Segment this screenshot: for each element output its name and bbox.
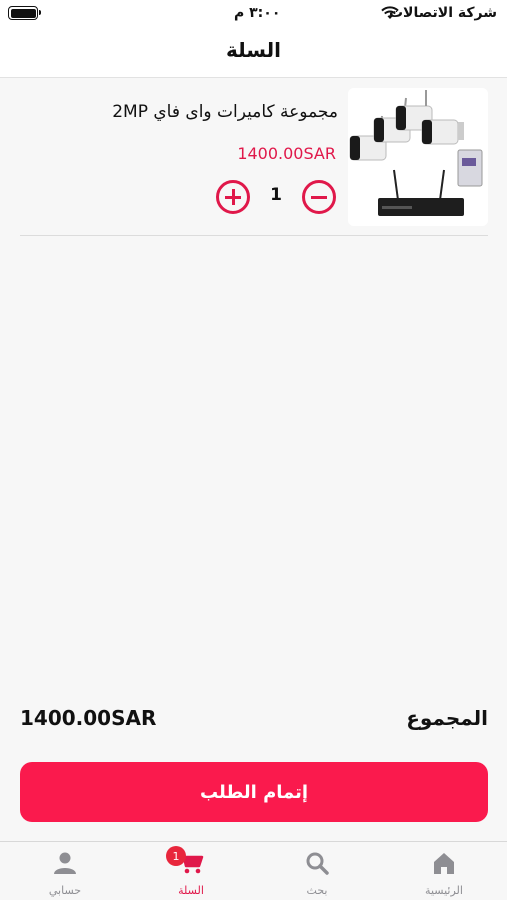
tab-label-account: حسابي bbox=[48, 884, 82, 897]
tab-bar: الرئيسية بحث 1 السلة حسابي bbox=[0, 841, 507, 900]
page-title: السلة bbox=[225, 38, 281, 62]
quantity-value: 1 bbox=[270, 185, 282, 205]
product-price: 1400.00SAR bbox=[237, 144, 336, 163]
tab-cart[interactable]: 1 السلة bbox=[128, 842, 254, 900]
product-title[interactable]: مجموعة كاميرات واى فاي 2MP bbox=[112, 102, 338, 122]
tab-account[interactable]: حسابي bbox=[2, 842, 128, 900]
security-camera-kit-image bbox=[348, 88, 488, 226]
total-label: المجموع bbox=[406, 706, 488, 730]
decrease-quantity-button[interactable] bbox=[302, 180, 336, 214]
status-bar: ٣:٠٠ م شركة الاتصالات bbox=[0, 0, 507, 30]
cart-item: مجموعة كاميرات واى فاي 2MP 1400.00SAR 1 bbox=[20, 88, 488, 236]
person-icon bbox=[54, 852, 76, 874]
increase-quantity-button[interactable] bbox=[216, 180, 250, 214]
tab-home[interactable]: الرئيسية bbox=[381, 842, 507, 900]
tab-label-home: الرئيسية bbox=[425, 884, 463, 897]
battery-icon bbox=[8, 6, 41, 20]
search-icon bbox=[306, 852, 329, 875]
tab-label-cart: السلة bbox=[178, 884, 204, 897]
order-total: المجموع 1400.00SAR bbox=[20, 702, 488, 736]
navigation-bar: السلة bbox=[0, 30, 507, 78]
quantity-stepper: 1 bbox=[216, 180, 336, 214]
product-image[interactable] bbox=[348, 88, 488, 226]
carrier-name: شركة الاتصالات bbox=[388, 5, 497, 21]
home-icon bbox=[434, 853, 454, 874]
tab-search[interactable]: بحث bbox=[254, 842, 380, 900]
tab-label-search: بحث bbox=[306, 884, 328, 897]
cart-count-badge: 1 bbox=[166, 846, 186, 866]
total-value: 1400.00SAR bbox=[20, 706, 157, 730]
status-time: ٣:٠٠ م bbox=[234, 5, 281, 21]
checkout-button[interactable]: إتمام الطلب bbox=[20, 762, 488, 822]
